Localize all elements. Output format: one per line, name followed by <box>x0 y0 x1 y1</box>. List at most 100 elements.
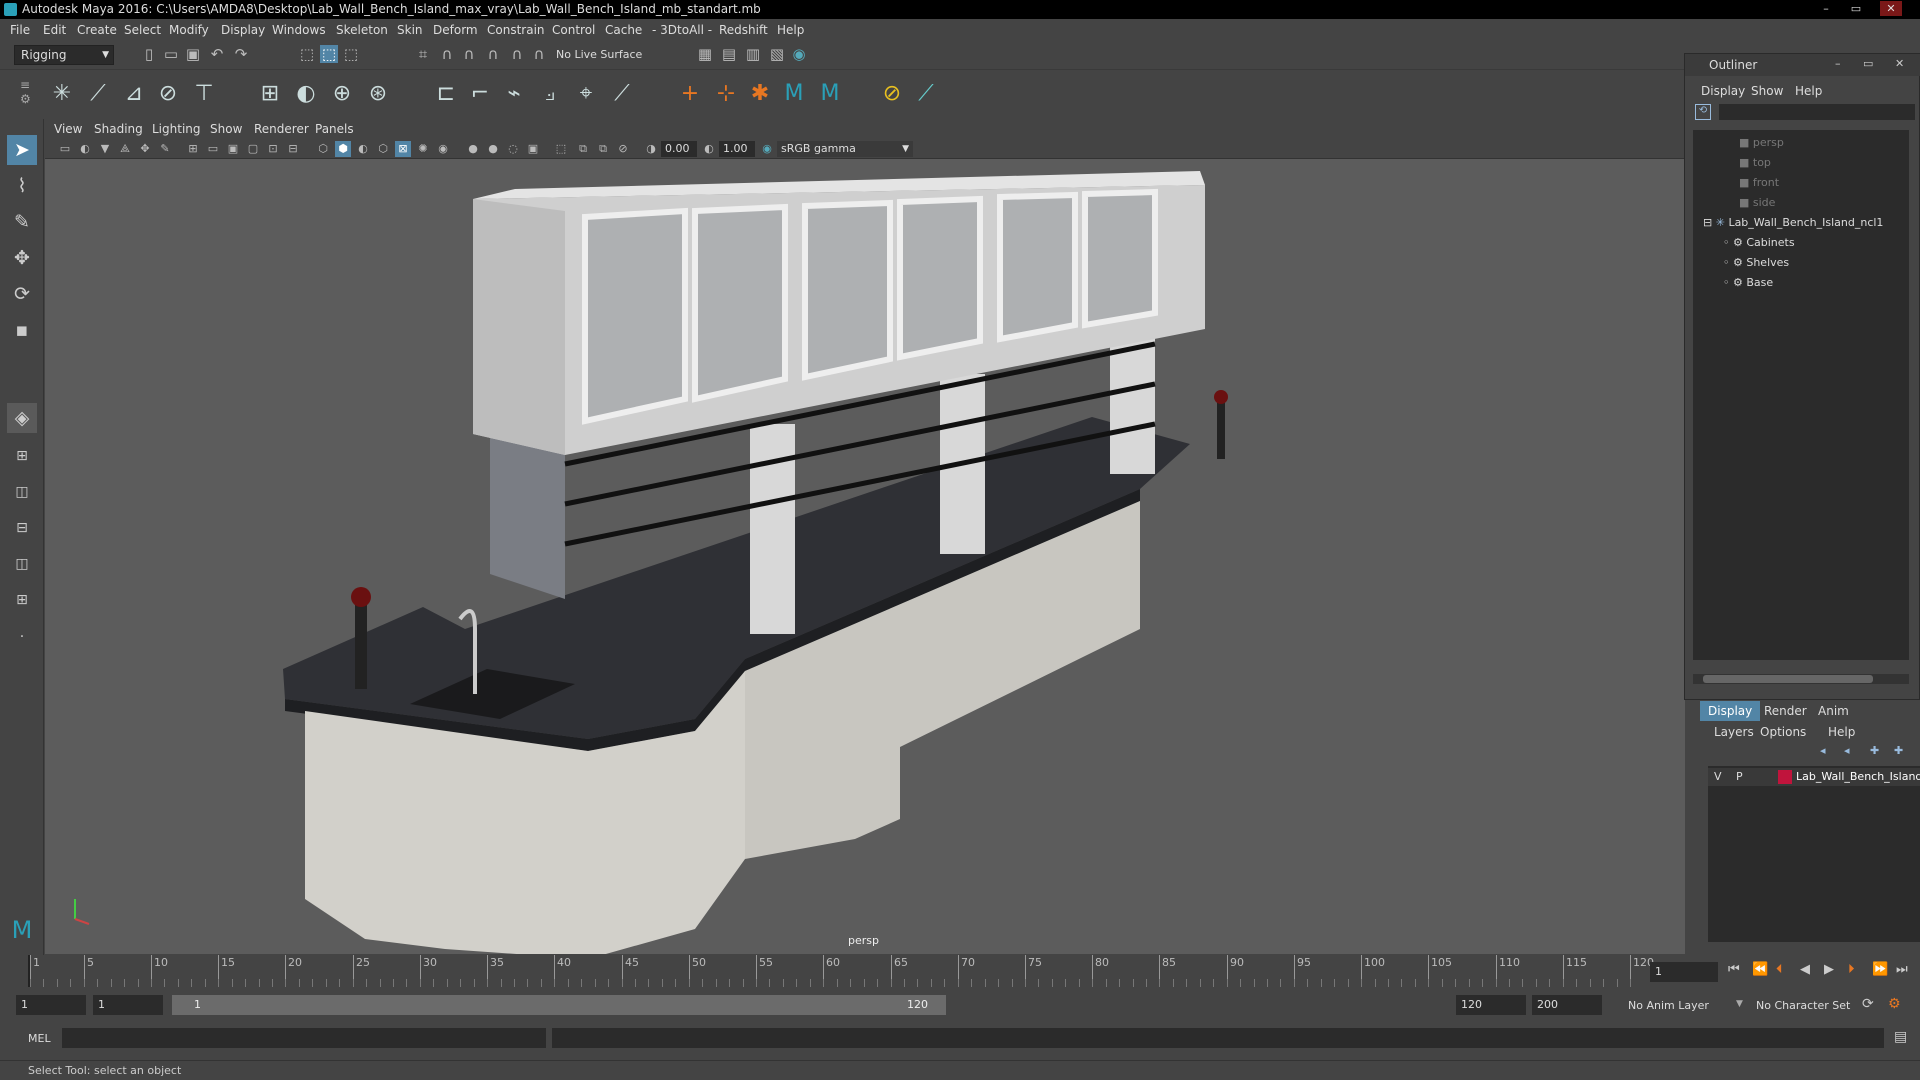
move-layer-down-icon[interactable]: ◂ <box>1844 744 1850 757</box>
scrollbar-thumb[interactable] <box>1703 675 1873 683</box>
layer-menu-options[interactable]: Options <box>1760 725 1806 739</box>
bookmark-icon[interactable]: ▼ <box>97 141 113 157</box>
wrap-deformer-icon[interactable]: ⊕ <box>328 80 356 108</box>
four-view-icon[interactable]: ⊞ <box>7 441 37 471</box>
gate-mask-icon[interactable]: ▢ <box>245 141 261 157</box>
gamma-icon[interactable]: ◐ <box>701 141 717 157</box>
step-back-key-icon[interactable]: ⏪ <box>1752 962 1768 977</box>
character-set-dropdown[interactable]: No Character Set <box>1756 999 1850 1012</box>
persp-outliner-icon[interactable]: ◫ <box>7 549 37 579</box>
smooth-bind-icon[interactable]: ⟓ <box>536 80 564 108</box>
use-lights-icon[interactable]: ✺ <box>415 141 431 157</box>
close-button[interactable]: ✕ <box>1880 1 1902 16</box>
menu-3dtoall[interactable]: - 3DtoAll - <box>652 23 712 37</box>
ipr-render-icon[interactable]: ▥ <box>744 45 762 63</box>
outliner-search-input[interactable] <box>1719 104 1915 120</box>
textured-icon[interactable]: ⊠ <box>395 141 411 157</box>
playback-end-field[interactable]: 120 <box>1456 995 1526 1015</box>
undo-icon[interactable]: ↶ <box>208 45 226 63</box>
persp-graph-icon[interactable]: ⊟ <box>7 513 37 543</box>
move-layer-up-icon[interactable]: ◂ <box>1820 744 1826 757</box>
menu-redshift[interactable]: Redshift <box>719 23 768 37</box>
menu-set-dropdown[interactable]: Rigging ▼ <box>14 45 114 65</box>
outliner-menu-show[interactable]: Show <box>1751 84 1783 98</box>
outliner-horizontal-scrollbar[interactable] <box>1693 674 1909 684</box>
orient-constraint-icon[interactable]: ✱ <box>746 80 774 108</box>
lattice-icon[interactable]: ⊞ <box>256 80 284 108</box>
layer-visibility-toggle[interactable]: V <box>1714 770 1722 783</box>
menu-windows[interactable]: Windows <box>272 23 326 37</box>
filter-icon[interactable]: ⟲ <box>1695 104 1711 120</box>
outliner-close-button[interactable]: ✕ <box>1895 57 1904 70</box>
gamma-field[interactable]: 1.00 <box>719 141 755 157</box>
collapse-icon[interactable]: ⊟ <box>1703 216 1716 229</box>
anim-prefs-icon[interactable]: ⚙ <box>1888 996 1901 1012</box>
command-input[interactable] <box>62 1028 546 1048</box>
rigid-bind-icon[interactable]: ⌖ <box>572 80 600 108</box>
go-to-end-icon[interactable]: ⏭ <box>1896 962 1908 977</box>
panel-menu-renderer[interactable]: Renderer <box>254 122 309 136</box>
point-constraint-icon[interactable]: ⊹ <box>712 80 740 108</box>
menu-control[interactable]: Control <box>552 23 595 37</box>
menu-help[interactable]: Help <box>777 23 804 37</box>
xray-joints-icon[interactable]: ⧉ <box>595 141 611 157</box>
default-material-icon[interactable]: ◐ <box>355 141 371 157</box>
lasso-tool-icon[interactable]: ⌇ <box>7 171 37 201</box>
paint-select-icon[interactable]: ✎ <box>7 207 37 237</box>
smooth-shade-icon[interactable]: ⬢ <box>335 141 351 157</box>
move-tool-icon[interactable]: ✥ <box>7 243 37 273</box>
hik-character-icon[interactable]: M <box>816 80 844 108</box>
grid-toggle-icon[interactable]: ⊞ <box>185 141 201 157</box>
menu-modify[interactable]: Modify <box>169 23 209 37</box>
side-by-side-icon[interactable]: ◫ <box>7 477 37 507</box>
new-layer-icon[interactable]: ✚ <box>1870 744 1879 757</box>
playback-start-field[interactable]: 1 <box>93 995 163 1015</box>
snap-curve-icon[interactable]: ∩ <box>438 45 456 63</box>
new-scene-icon[interactable]: ▯ <box>140 45 158 63</box>
color-space-dropdown[interactable]: sRGB gamma ▼ <box>777 141 913 157</box>
current-frame-field[interactable]: 1 <box>1650 962 1718 982</box>
step-forward-frame-icon[interactable]: ⏵ <box>1848 962 1855 977</box>
screen-ao-icon[interactable]: ● <box>465 141 481 157</box>
image-plane-icon[interactable]: ⟁ <box>117 141 133 157</box>
snap-surface-icon[interactable]: ∩ <box>508 45 526 63</box>
shadows-icon[interactable]: ◉ <box>435 141 451 157</box>
select-component-icon[interactable]: ⬚ <box>342 45 360 63</box>
panel-menu-panels[interactable]: Panels <box>315 122 354 136</box>
select-hierarchy-icon[interactable]: ⬚ <box>298 45 316 63</box>
outliner-item-base[interactable]: ◦ ⚙ Base <box>1723 276 1773 289</box>
menu-skeleton[interactable]: Skeleton <box>336 23 388 37</box>
film-gate-icon[interactable]: ▭ <box>205 141 221 157</box>
outliner-item-side[interactable]: ■ side <box>1739 196 1775 209</box>
outliner-maximize-button[interactable]: ▭ <box>1863 57 1873 70</box>
layer-playback-toggle[interactable]: P <box>1736 770 1743 783</box>
save-scene-icon[interactable]: ▣ <box>184 45 202 63</box>
joint-tool-icon[interactable]: ✳ <box>48 80 76 108</box>
viewport-persp[interactable] <box>45 159 1685 954</box>
camera-attributes-icon[interactable]: ◐ <box>77 141 93 157</box>
menu-display[interactable]: Display <box>221 23 265 37</box>
outliner-minimize-button[interactable]: – <box>1835 57 1841 70</box>
select-object-icon[interactable]: ⬚ <box>320 45 338 63</box>
snap-grid-icon[interactable]: ⌗ <box>414 45 432 63</box>
select-tool-icon[interactable]: ➤ <box>7 135 37 165</box>
wireframe-icon[interactable]: ⬡ <box>315 141 331 157</box>
menu-edit[interactable]: Edit <box>43 23 66 37</box>
range-slider[interactable]: 1 120 <box>172 995 946 1015</box>
play-forward-icon[interactable]: ▶ <box>1824 962 1834 977</box>
paint-weights-icon[interactable]: ⌁ <box>500 80 528 108</box>
panel-menu-view[interactable]: View <box>54 122 82 136</box>
time-slider[interactable]: 1 5 10 15 20 25 30 35 40 45 50 55 60 65 70 75 80 85 90 95 10… <box>28 955 1654 987</box>
wireframe-on-shaded-icon[interactable]: ⬡ <box>375 141 391 157</box>
render-view-icon[interactable]: ▤ <box>720 45 738 63</box>
end-time-field[interactable]: 200 <box>1532 995 1602 1015</box>
single-view-icon[interactable]: ◈ <box>7 403 37 433</box>
outliner-menu-help[interactable]: Help <box>1795 84 1822 98</box>
scale-tool-icon[interactable]: ▪ <box>7 315 37 345</box>
xray-icon[interactable]: ⧉ <box>575 141 591 157</box>
pose-editor-icon[interactable]: ⟋ <box>912 80 940 108</box>
maximize-button[interactable]: ▭ <box>1845 1 1867 16</box>
snap-view-icon[interactable]: ∩ <box>484 45 502 63</box>
safe-action-icon[interactable]: ⊟ <box>285 141 301 157</box>
tab-anim[interactable]: Anim <box>1810 701 1857 721</box>
